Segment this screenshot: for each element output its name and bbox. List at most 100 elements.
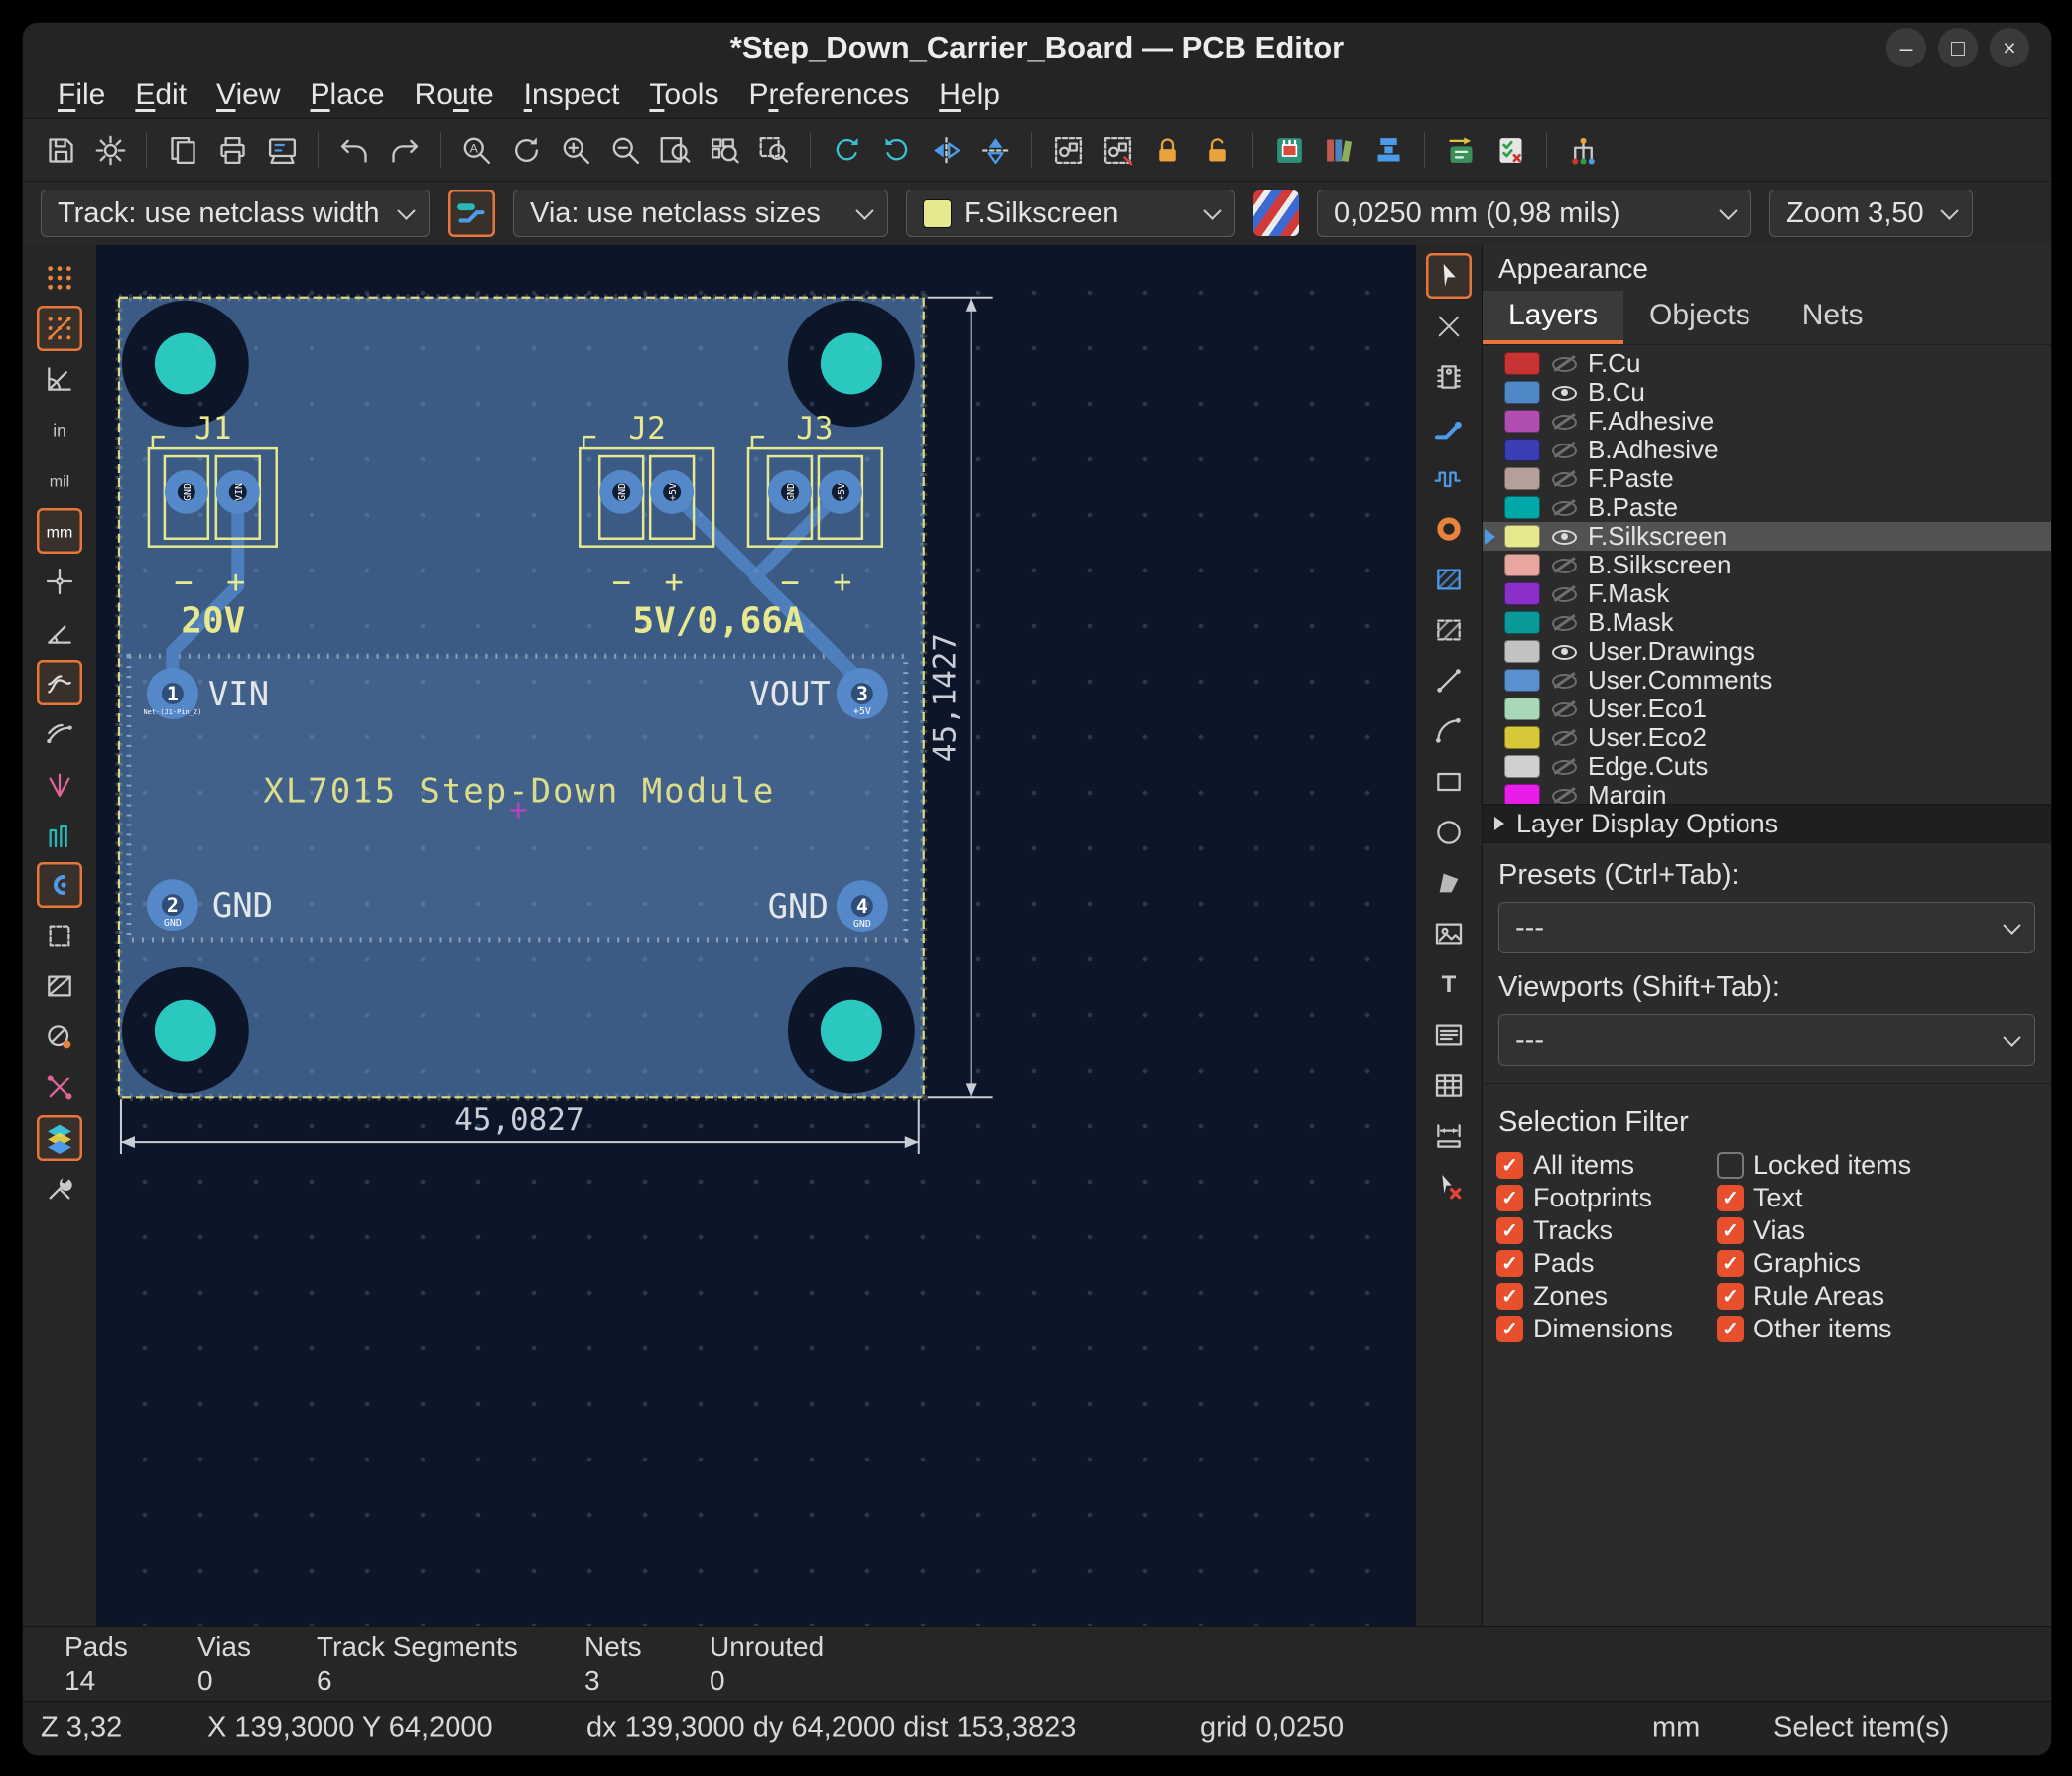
close-button[interactable]: × xyxy=(1990,28,2029,67)
visibility-eye-icon[interactable] xyxy=(1549,551,1579,579)
layer-row[interactable]: B.Cu xyxy=(1483,378,2051,407)
layer-color-swatch[interactable] xyxy=(1504,784,1540,804)
tab-nets[interactable]: Nets xyxy=(1776,291,1889,344)
rule-area-button[interactable] xyxy=(1426,607,1472,653)
free-angle-mode-button[interactable] xyxy=(37,609,82,655)
filter-pads[interactable]: Pads xyxy=(1496,1247,1717,1280)
layer-color-swatch[interactable] xyxy=(1504,467,1540,490)
auto-track-width-button[interactable] xyxy=(448,190,495,237)
visibility-eye-icon[interactable] xyxy=(1549,349,1579,378)
place-via-button[interactable] xyxy=(1426,506,1472,552)
layer-color-swatch[interactable] xyxy=(1504,640,1540,663)
layer-row[interactable]: F.Paste xyxy=(1483,464,2051,493)
layer-color-swatch[interactable] xyxy=(1504,410,1540,433)
grid-overrides-button[interactable] xyxy=(37,306,82,351)
filter-locked-items[interactable]: Locked items xyxy=(1717,1149,2037,1182)
layer-row[interactable]: User.Eco2 xyxy=(1483,723,2051,752)
visibility-eye-icon[interactable] xyxy=(1549,579,1579,608)
layer-row[interactable]: F.Cu xyxy=(1483,349,2051,378)
layer-row[interactable]: User.Eco1 xyxy=(1483,695,2051,723)
fabrication-output-button[interactable] xyxy=(1364,126,1412,174)
filter-other-items[interactable]: Other items xyxy=(1717,1313,2037,1345)
filter-tracks[interactable]: Tracks xyxy=(1496,1214,1717,1247)
board-setup-button[interactable] xyxy=(86,126,134,174)
menu-place[interactable]: Place xyxy=(296,78,400,112)
layer-row[interactable]: B.Mask xyxy=(1483,608,2051,637)
lock-button[interactable] xyxy=(1143,126,1191,174)
layer-row[interactable]: F.Adhesive xyxy=(1483,407,2051,436)
draw-circle-button[interactable] xyxy=(1426,810,1472,855)
zoom-fit-objects-button[interactable] xyxy=(701,126,748,174)
filter-zones[interactable]: Zones xyxy=(1496,1280,1717,1313)
zone-fill-mode-button[interactable] xyxy=(37,1014,82,1060)
layer-display-options[interactable]: Layer Display Options xyxy=(1483,804,2051,843)
menu-preferences[interactable]: Preferences xyxy=(733,78,924,112)
layer-row[interactable]: Edge.Cuts xyxy=(1483,752,2051,781)
visibility-eye-icon[interactable] xyxy=(1549,407,1579,436)
rotate-ccw-button[interactable] xyxy=(823,126,870,174)
visibility-eye-icon[interactable] xyxy=(1549,436,1579,464)
polar-coordinates-button[interactable] xyxy=(37,356,82,402)
properties-panel-button[interactable] xyxy=(37,1166,82,1211)
layer-color-swatch[interactable] xyxy=(1504,554,1540,576)
tune-length-button[interactable] xyxy=(1426,455,1472,501)
flip-horizontal-button[interactable] xyxy=(922,126,970,174)
draw-polygon-button[interactable] xyxy=(1426,860,1472,906)
save-button[interactable] xyxy=(37,126,84,174)
filter-footprints[interactable]: Footprints xyxy=(1496,1182,1717,1214)
zoom-out-button[interactable] xyxy=(601,126,649,174)
visibility-eye-icon[interactable] xyxy=(1549,781,1579,804)
refresh-view-button[interactable] xyxy=(502,126,550,174)
minimize-button[interactable]: – xyxy=(1886,28,1926,67)
layer-color-swatch[interactable] xyxy=(1504,496,1540,519)
page-settings-button[interactable] xyxy=(159,126,206,174)
draw-line-button[interactable] xyxy=(1426,658,1472,703)
filter-text[interactable]: Text xyxy=(1717,1182,2037,1214)
zone-outline-mode-button[interactable] xyxy=(37,963,82,1009)
visibility-eye-icon[interactable] xyxy=(1549,522,1579,551)
place-footprint-button[interactable] xyxy=(1426,354,1472,400)
layer-row[interactable]: F.Mask xyxy=(1483,579,2051,608)
visibility-eye-icon[interactable] xyxy=(1549,608,1579,637)
visibility-eye-icon[interactable] xyxy=(1549,464,1579,493)
menu-help[interactable]: Help xyxy=(924,78,1015,112)
layer-color-swatch[interactable] xyxy=(1504,669,1540,692)
select-tool-button[interactable] xyxy=(1426,253,1472,299)
layer-color-swatch[interactable] xyxy=(1504,611,1540,634)
visibility-eye-icon[interactable] xyxy=(1549,637,1579,666)
drc-checker-button[interactable] xyxy=(1487,126,1534,174)
visibility-eye-icon[interactable] xyxy=(1549,723,1579,752)
filter-rule-areas[interactable]: Rule Areas xyxy=(1717,1280,2037,1313)
zoom-fit-page-button[interactable] xyxy=(651,126,699,174)
filter-graphics[interactable]: Graphics xyxy=(1717,1247,2037,1280)
via-size-dropdown[interactable]: Via: use netclass sizes xyxy=(513,190,888,237)
route-tracks-button[interactable] xyxy=(1426,405,1472,450)
draw-zone-button[interactable] xyxy=(1426,557,1472,602)
menu-file[interactable]: File xyxy=(43,78,120,112)
menu-route[interactable]: Route xyxy=(400,78,509,112)
tab-objects[interactable]: Objects xyxy=(1623,291,1776,344)
update-pcb-button[interactable] xyxy=(1437,126,1485,174)
pcb-canvas[interactable]: J1 J2 J3 − + − + − + 20V 5V/0,66A XL7015… xyxy=(97,245,1415,1626)
layer-color-swatch[interactable] xyxy=(1504,582,1540,605)
units-inches-button[interactable]: in xyxy=(37,407,82,452)
delete-tool-button[interactable] xyxy=(1426,1164,1472,1209)
tab-layers[interactable]: Layers xyxy=(1483,291,1623,344)
undo-button[interactable] xyxy=(330,126,378,174)
toggle-grid-button[interactable] xyxy=(37,255,82,301)
filter-vias[interactable]: Vias xyxy=(1717,1214,2037,1247)
menu-inspect[interactable]: Inspect xyxy=(509,78,635,112)
draw-arc-button[interactable] xyxy=(1426,708,1472,754)
place-table-button[interactable] xyxy=(1426,1063,1472,1108)
ungroup-button[interactable] xyxy=(1094,126,1141,174)
library-browser-button[interactable] xyxy=(1315,126,1362,174)
net-colors-button[interactable] xyxy=(37,761,82,807)
menu-edit[interactable]: Edit xyxy=(120,78,201,112)
place-image-button[interactable] xyxy=(1426,911,1472,956)
menu-tools[interactable]: Tools xyxy=(634,78,733,112)
visibility-eye-icon[interactable] xyxy=(1549,666,1579,695)
layer-color-swatch[interactable] xyxy=(1504,726,1540,749)
layer-row[interactable]: User.Comments xyxy=(1483,666,2051,695)
viewports-dropdown[interactable]: --- xyxy=(1498,1014,2035,1066)
net-inspector-button[interactable] xyxy=(1559,126,1607,174)
